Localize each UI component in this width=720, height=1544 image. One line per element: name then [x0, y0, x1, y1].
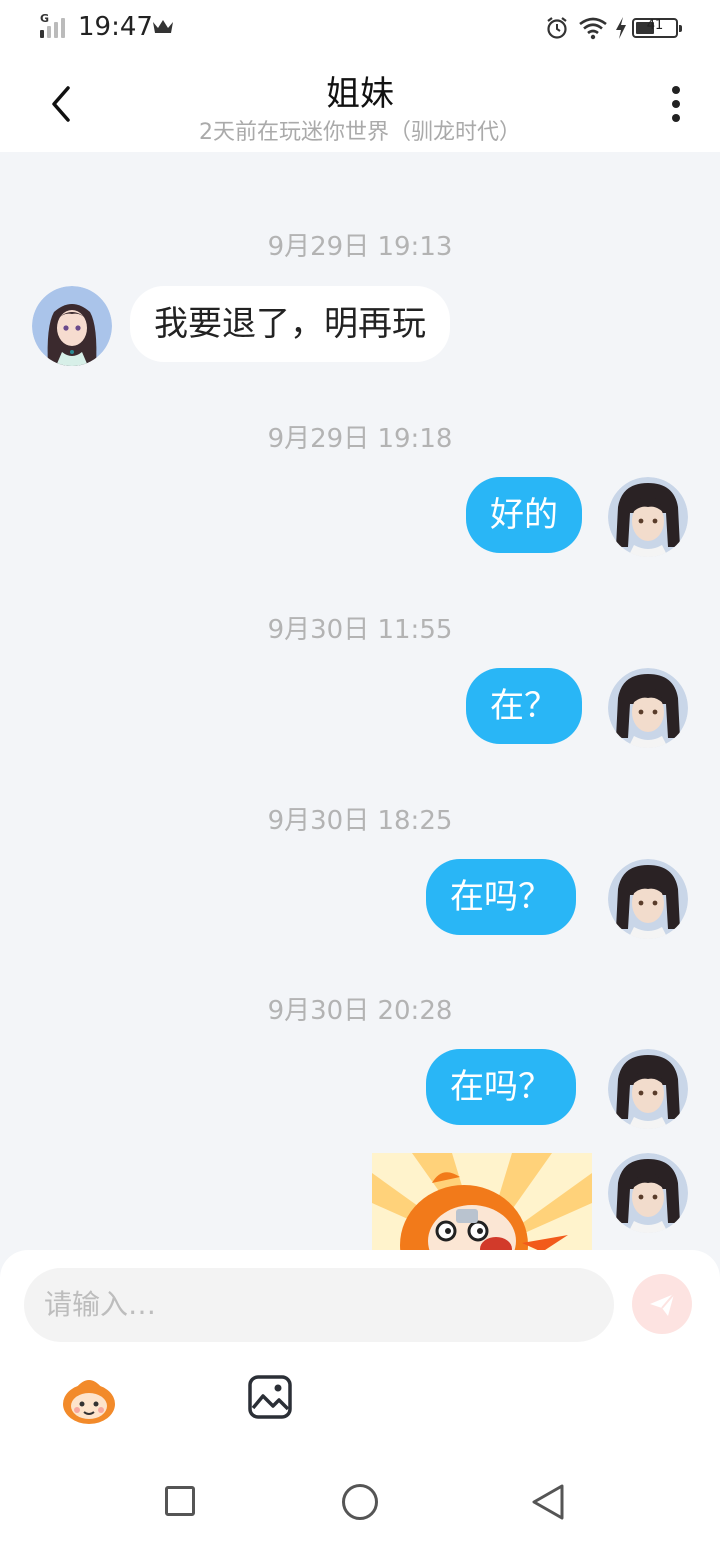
chat-subtitle: 2天前在玩迷你世界（驯龙时代）: [199, 120, 521, 145]
message-list[interactable]: 9月29日 19:13 我要退了，明再玩 9月29日 19:18 好的 9月30…: [0, 152, 720, 1252]
status-bar: G 19:47 41: [0, 0, 720, 56]
status-time: 19:47: [78, 12, 153, 42]
self-avatar[interactable]: [608, 477, 688, 557]
send-icon: [650, 1293, 675, 1316]
alarm-icon: [547, 17, 567, 39]
battery-icon: 41: [632, 18, 682, 38]
message-timestamp: 9月29日 19:18: [267, 424, 453, 454]
system-nav-bar: [0, 1450, 720, 1544]
contact-avatar[interactable]: [32, 286, 112, 366]
chat-title: 姐妹: [326, 74, 394, 114]
battery-level: 41: [646, 18, 664, 33]
received-message-bubble[interactable]: 我要退了，明再玩: [130, 286, 450, 362]
nav-back-icon[interactable]: [530, 1482, 566, 1522]
self-avatar[interactable]: [608, 1049, 688, 1129]
send-button[interactable]: [632, 1274, 692, 1334]
more-vertical-icon[interactable]: [660, 82, 692, 126]
network-type: G: [40, 12, 50, 25]
recent-apps-icon[interactable]: [165, 1486, 195, 1516]
sent-message-bubble[interactable]: 在？: [466, 668, 582, 744]
message-timestamp: 9月30日 18:25: [267, 806, 453, 836]
sent-message-bubble[interactable]: 在吗？: [426, 1049, 576, 1125]
image-button[interactable]: [247, 1374, 293, 1420]
signal-icon: G: [40, 12, 70, 40]
sent-message-bubble[interactable]: 好的: [466, 477, 582, 553]
message-timestamp: 9月29日 19:13: [267, 232, 453, 262]
self-avatar[interactable]: [608, 1153, 688, 1233]
self-avatar[interactable]: [608, 668, 688, 748]
emoji-button[interactable]: [60, 1374, 118, 1426]
message-input[interactable]: 请输入…: [24, 1268, 614, 1342]
crown-icon: [153, 20, 173, 33]
wifi-icon: [579, 17, 607, 40]
self-avatar[interactable]: [608, 859, 688, 939]
home-icon[interactable]: [342, 1484, 378, 1520]
sent-message-bubble[interactable]: 在吗？: [426, 859, 576, 935]
message-composer: 请输入…: [0, 1250, 720, 1450]
emoji-icon: [63, 1380, 115, 1424]
chat-header: 姐妹 2天前在玩迷你世界（驯龙时代）: [0, 56, 720, 152]
message-timestamp: 9月30日 20:28: [267, 996, 453, 1026]
message-timestamp: 9月30日 11:55: [267, 615, 453, 645]
charging-icon: [616, 17, 626, 39]
sticker-message[interactable]: [372, 1153, 592, 1252]
image-icon: [248, 1375, 292, 1419]
